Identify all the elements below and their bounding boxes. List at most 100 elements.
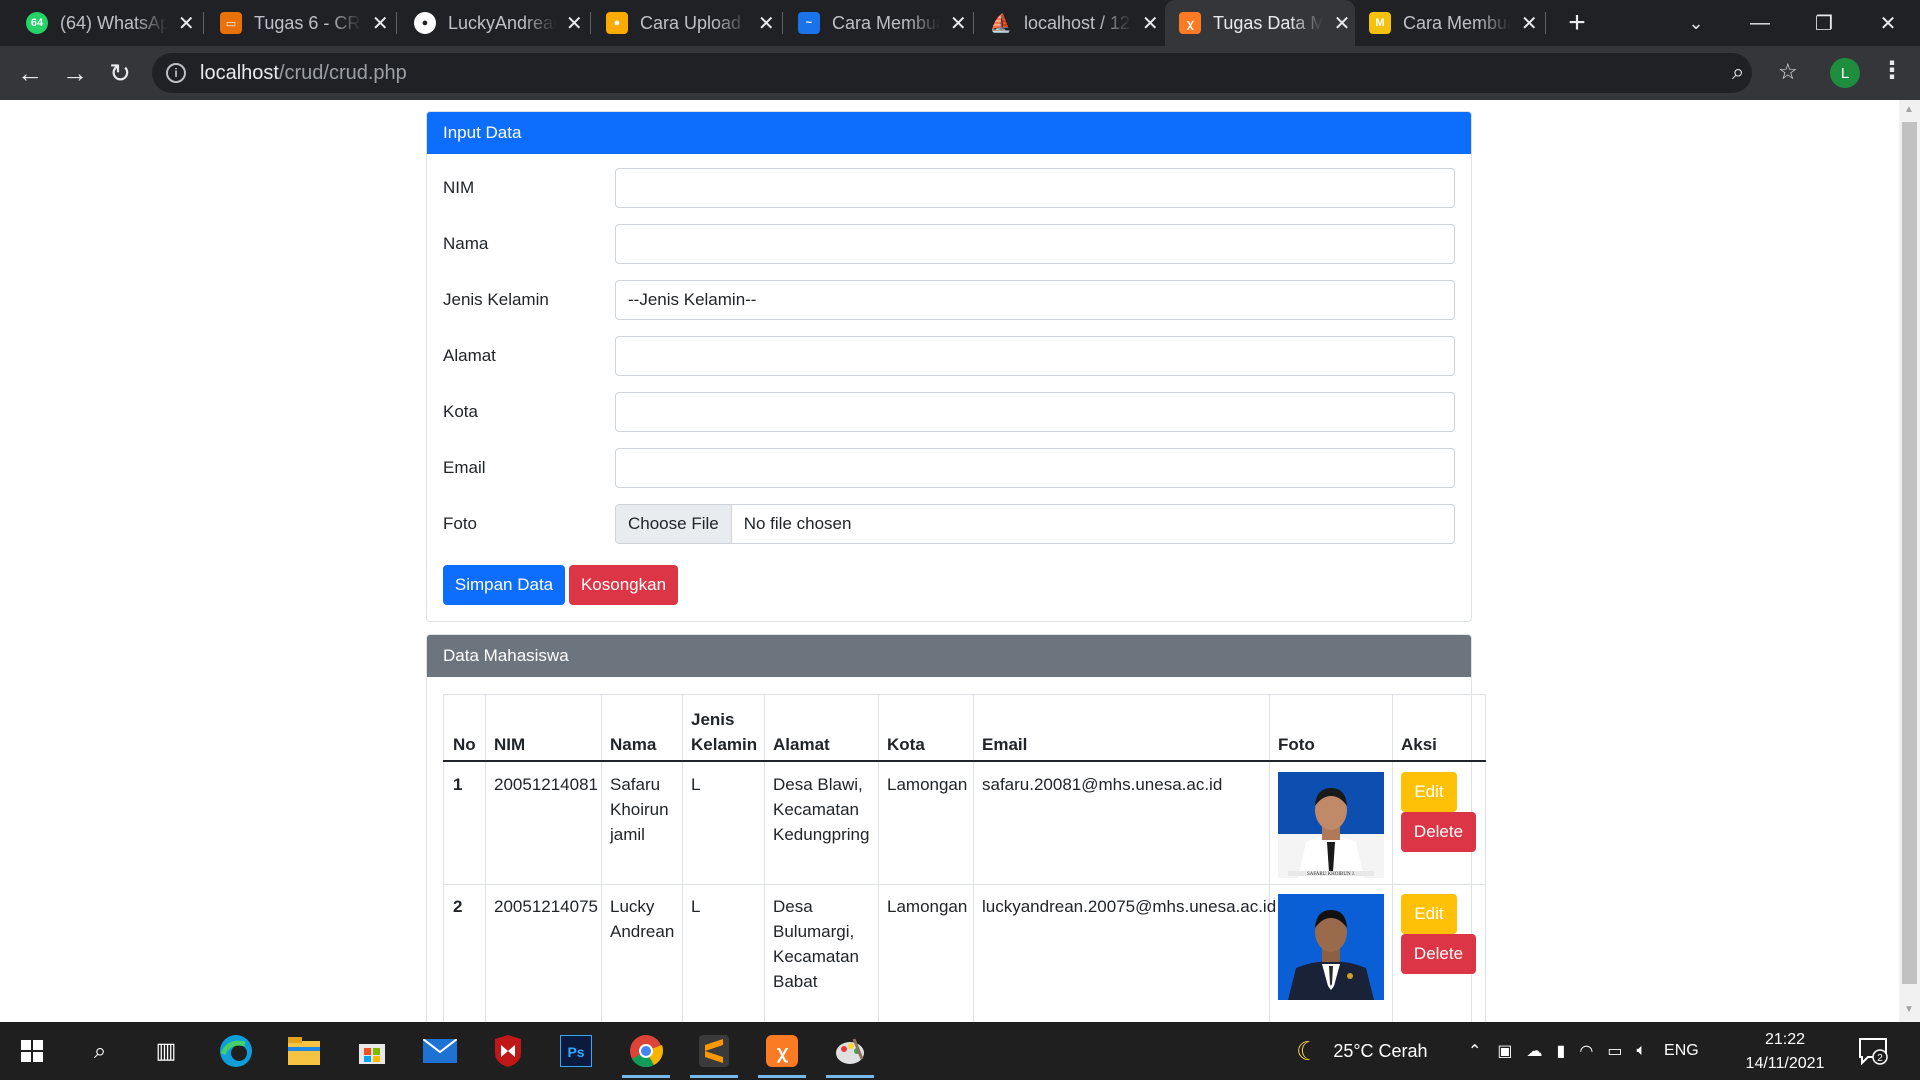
close-icon[interactable]: ✕ <box>1519 11 1541 36</box>
close-icon[interactable]: ✕ <box>1140 11 1162 36</box>
microsoft-store-icon[interactable] <box>352 1031 392 1071</box>
tab-cara-membuat[interactable]: ~ Cara Membuat ✕ <box>784 0 969 46</box>
foto-file-input[interactable]: Choose File No file chosen <box>615 504 1455 544</box>
jenis-kelamin-select[interactable]: --Jenis Kelamin-- <box>615 280 1455 320</box>
windows-start-icon[interactable] <box>12 1031 52 1071</box>
close-icon[interactable]: ✕ <box>756 11 778 36</box>
wifi-icon[interactable]: ◠ <box>1579 1041 1593 1061</box>
github-icon: ● <box>414 12 436 34</box>
battery-icon[interactable]: ▭ <box>1607 1041 1622 1061</box>
task-view-icon[interactable]: ▥ <box>146 1031 186 1071</box>
alamat-label: Alamat <box>443 346 496 365</box>
kota-input[interactable] <box>615 392 1455 432</box>
tab-label: Cara Membuat CRUD <box>1403 12 1511 33</box>
tab-tugas6[interactable]: ▭ Tugas 6 - CRUD ✕ <box>206 0 391 46</box>
site-info-icon[interactable]: i <box>166 63 186 83</box>
tab-phpmyadmin[interactable]: ⛵ localhost / 127 ✕ <box>976 0 1161 46</box>
tab-label: Tugas 6 - CRUD <box>254 12 362 33</box>
table-border <box>1485 694 1486 1022</box>
row-number: 2 <box>453 897 463 916</box>
person-icon: ● <box>606 12 628 34</box>
data-card-header: Data Mahasiswa <box>427 635 1471 677</box>
scroll-up-icon[interactable]: ▲ <box>1904 104 1914 115</box>
email-input[interactable] <box>615 448 1455 488</box>
delete-button[interactable]: Delete <box>1401 812 1476 852</box>
form-row-kota: Kota <box>443 392 1455 432</box>
back-icon[interactable]: ← <box>11 54 49 92</box>
sublime-text-icon[interactable] <box>690 1031 738 1078</box>
col-header-no: No <box>453 735 476 754</box>
paint-icon[interactable] <box>826 1031 874 1078</box>
close-window-button[interactable]: ✕ <box>1856 0 1920 46</box>
close-icon[interactable]: ✕ <box>176 11 198 36</box>
delete-button[interactable]: Delete <box>1401 934 1476 974</box>
col-header-kota: Kota <box>887 735 925 754</box>
xampp-taskbar-icon[interactable]: ꭓ <box>758 1031 806 1078</box>
scroll-down-icon[interactable]: ▼ <box>1904 1004 1914 1015</box>
mcafee-icon[interactable] <box>488 1031 528 1071</box>
col-header-aksi: Aksi <box>1401 735 1437 754</box>
close-icon[interactable]: ✕ <box>948 11 970 36</box>
close-icon[interactable]: ✕ <box>1331 11 1353 36</box>
zoom-icon[interactable]: ⌕ <box>1732 59 1744 85</box>
clock-date: 14/11/2021 <box>1745 1055 1825 1072</box>
tab-label: LuckyAndrean <box>448 12 556 33</box>
close-icon[interactable]: ✕ <box>370 11 392 36</box>
tab-cara-upload[interactable]: ● Cara Upload Skripsi ✕ <box>592 0 777 46</box>
taskbar-clock[interactable]: 21:22 14/11/2021 <box>1740 1028 1830 1076</box>
minimize-button[interactable]: — <box>1728 0 1792 46</box>
restore-button[interactable]: ❐ <box>1792 0 1856 46</box>
meet-now-icon[interactable]: ▣ <box>1497 1041 1512 1061</box>
tab-cara-membuat-crud[interactable]: M Cara Membuat CRUD ✕ <box>1355 0 1540 46</box>
address-bar[interactable]: i localhost/crud/crud.php ⌕ ☆ <box>152 53 1798 93</box>
alamat-input[interactable] <box>615 336 1455 376</box>
reload-icon[interactable]: ↻ <box>101 54 139 92</box>
forward-icon[interactable]: → <box>56 54 94 92</box>
input-data-card: Input Data NIM Nama Jenis Kelamin --Jeni… <box>426 111 1472 622</box>
onedrive-cloud-icon[interactable]: ☁ <box>1527 1041 1543 1061</box>
weather-widget[interactable]: ☾ 25°C Cerah <box>1296 1022 1428 1080</box>
tab-tugas-data-mahasiswa[interactable]: ꭓ Tugas Data Mahasiswa ✕ <box>1165 0 1355 46</box>
tab-search-button[interactable]: ⌄ <box>1664 0 1728 46</box>
simpan-data-button[interactable]: Simpan Data <box>443 565 565 605</box>
active-indicator <box>690 1075 738 1078</box>
photoshop-icon[interactable]: Ps <box>556 1031 596 1071</box>
edit-button[interactable]: Edit <box>1401 772 1457 812</box>
usb-device-icon[interactable]: ▮ <box>1557 1041 1566 1061</box>
edit-button[interactable]: Edit <box>1401 894 1457 934</box>
windows-taskbar: ⌕ ▥ Ps ꭓ ☾ 25°C Cerah ⌃ ▣ ☁ ▮ ◠ ▭ 🔈︎ ENG… <box>0 1022 1920 1080</box>
chrome-icon[interactable] <box>622 1031 670 1078</box>
nama-input[interactable] <box>615 224 1455 264</box>
tab-whatsapp[interactable]: 64 (64) WhatsApp ✕ <box>12 0 197 46</box>
nim-input[interactable] <box>615 168 1455 208</box>
kosongkan-button[interactable]: Kosongkan <box>569 565 678 605</box>
nama-label: Nama <box>443 234 489 253</box>
notification-count: 2 <box>1877 1053 1883 1064</box>
input-card-header: Input Data <box>427 112 1471 154</box>
tab-github[interactable]: ● LuckyAndrean ✕ <box>400 0 585 46</box>
tab-divider <box>203 12 204 34</box>
url-path: /crud/crud.php <box>278 61 407 84</box>
page-scrollbar[interactable]: ▲ ▼ <box>1899 100 1920 1022</box>
scroll-thumb[interactable] <box>1902 122 1917 984</box>
url-text[interactable]: localhost/crud/crud.php <box>200 62 407 85</box>
show-hidden-icons-icon[interactable]: ⌃ <box>1468 1041 1481 1061</box>
file-explorer-icon[interactable] <box>284 1031 324 1071</box>
profile-avatar[interactable]: L <box>1830 58 1860 88</box>
edge-icon[interactable] <box>216 1031 256 1071</box>
bookmark-star-icon[interactable]: ☆ <box>1778 59 1798 85</box>
search-icon[interactable]: ⌕ <box>80 1031 120 1071</box>
mail-icon[interactable] <box>420 1031 460 1071</box>
clock-time: 21:22 <box>1764 1031 1806 1048</box>
tab-strip: 64 (64) WhatsApp ✕ ▭ Tugas 6 - CRUD ✕ ● … <box>0 0 1920 46</box>
email-label: Email <box>443 458 486 477</box>
notification-center-icon[interactable]: 2 <box>1858 1022 1888 1080</box>
choose-file-button[interactable]: Choose File <box>616 505 732 543</box>
language-indicator[interactable]: ENG <box>1664 1042 1699 1060</box>
row-jenis-kelamin: L <box>691 775 701 794</box>
close-icon[interactable]: ✕ <box>564 11 586 36</box>
menu-kebab-icon[interactable]: ⋮ <box>1880 56 1904 85</box>
active-indicator <box>826 1075 874 1078</box>
new-tab-button[interactable]: + <box>1560 6 1594 40</box>
volume-icon[interactable]: 🔈︎ <box>1636 1042 1646 1060</box>
